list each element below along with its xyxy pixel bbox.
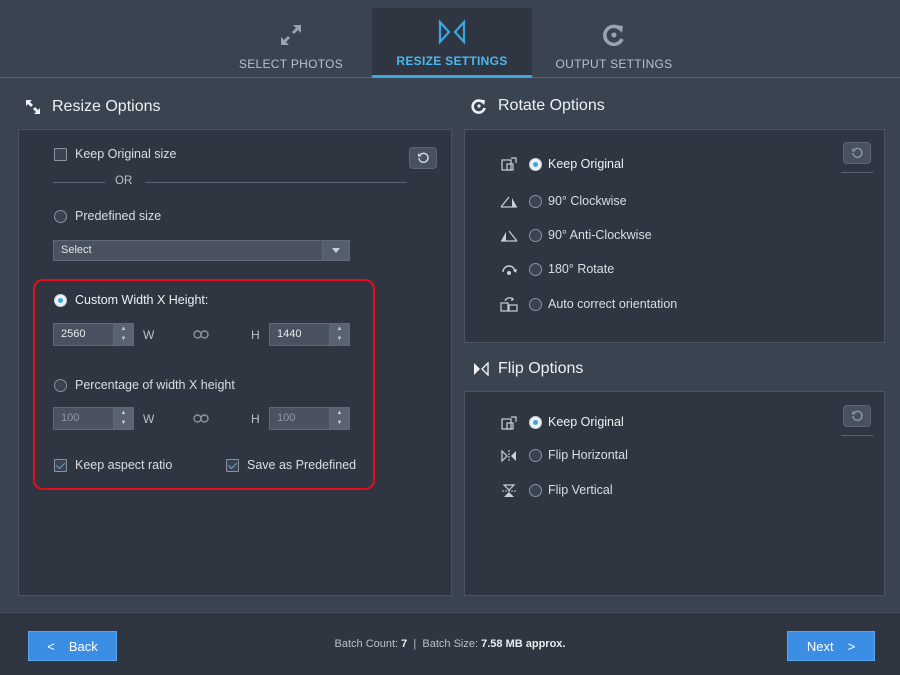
- tab-select-photos[interactable]: SELECT PHOTOS: [211, 8, 371, 78]
- next-button-label: Next: [806, 638, 834, 654]
- reset-icon: [852, 147, 863, 159]
- keep-original-size-checkbox[interactable]: [54, 148, 67, 161]
- reset-underline: [841, 435, 873, 436]
- highlight-box: [33, 279, 375, 490]
- tab-label: SELECT PHOTOS: [238, 57, 344, 71]
- flip-keep-original-radio[interactable]: [529, 416, 542, 429]
- rotate-90-anticlockwise-radio[interactable]: [529, 229, 542, 242]
- flip-option-label: Keep Original: [548, 415, 624, 429]
- rotate-option-label: Keep Original: [548, 157, 624, 171]
- rotate-180-radio[interactable]: [529, 263, 542, 276]
- or-label: OR: [115, 175, 133, 187]
- resize-reset-button[interactable]: [409, 147, 437, 169]
- tab-label: RESIZE SETTINGS: [396, 54, 508, 68]
- predefined-size-label: Predefined size: [75, 209, 162, 223]
- flip-horizontal-icon: [500, 448, 518, 464]
- flip-reset-button[interactable]: [843, 405, 871, 427]
- batch-info: Batch Count: 7 | Batch Size: 7.58 MB app…: [0, 638, 900, 650]
- rotate-anticlockwise-icon: [500, 227, 518, 243]
- batch-count-value: 7: [401, 638, 408, 650]
- next-button[interactable]: Next >: [787, 631, 875, 661]
- flip-vertical-icon: [500, 483, 518, 499]
- flip-vertical-radio[interactable]: [529, 484, 542, 497]
- auto-correct-orientation-radio[interactable]: [529, 298, 542, 311]
- flip-horizontal-radio[interactable]: [529, 449, 542, 462]
- keep-original-flip-icon: [500, 415, 518, 431]
- divider-left: [53, 182, 105, 183]
- predefined-size-radio[interactable]: [54, 210, 67, 223]
- chevron-down-icon: [322, 241, 349, 260]
- tab-resize-settings[interactable]: RESIZE SETTINGS: [372, 8, 532, 78]
- tab-label: OUTPUT SETTINGS: [555, 57, 673, 71]
- reset-icon: [418, 152, 429, 164]
- resize-icon: [24, 98, 42, 116]
- batch-size-label: Batch Size:: [422, 638, 479, 650]
- expand-arrows-icon: [278, 19, 304, 51]
- section-title-text: Resize Options: [52, 98, 161, 115]
- keep-original-size-label: Keep Original size: [75, 147, 177, 161]
- tab-output-settings[interactable]: OUTPUT SETTINGS: [534, 8, 694, 78]
- rotate-option-label: Auto correct orientation: [548, 297, 678, 311]
- batch-separator: |: [413, 638, 417, 650]
- divider-right: [145, 182, 407, 183]
- rotate-option-label: 90° Clockwise: [548, 194, 627, 208]
- rotate-reset-button[interactable]: [843, 142, 871, 164]
- resize-options-title: Resize Options: [24, 98, 161, 116]
- section-title-text: Rotate Options: [498, 97, 605, 114]
- reset-underline: [841, 172, 873, 173]
- flip-icon: [472, 360, 490, 378]
- keep-original-rotate-icon: [500, 156, 518, 172]
- bottom-bar: < Back Batch Count: 7 | Batch Size: 7.58…: [0, 614, 900, 675]
- rotate-icon: [470, 97, 488, 115]
- auto-orientation-icon: [500, 296, 518, 312]
- chevron-right-icon: >: [847, 638, 856, 654]
- flip-options-title: Flip Options: [472, 360, 583, 378]
- resize-settings-icon: [438, 16, 466, 48]
- rotate-options-title: Rotate Options: [470, 97, 605, 115]
- flip-option-label: Flip Vertical: [548, 483, 613, 497]
- rotate-180-icon: [500, 261, 518, 277]
- top-tab-bar: SELECT PHOTOS RESIZE SETTINGS OUTPUT SET…: [0, 0, 900, 78]
- output-settings-icon: [601, 19, 627, 51]
- batch-count-label: Batch Count:: [334, 638, 399, 650]
- predefined-size-select[interactable]: Select: [53, 240, 350, 261]
- select-value: Select: [61, 244, 92, 256]
- rotate-keep-original-radio[interactable]: [529, 158, 542, 171]
- reset-icon: [852, 410, 863, 422]
- rotate-option-label: 180° Rotate: [548, 262, 615, 276]
- flip-option-label: Flip Horizontal: [548, 448, 628, 462]
- rotate-clockwise-icon: [500, 193, 518, 209]
- rotate-options-panel: Keep Original 90° Clockwise 90° Anti-Clo…: [464, 129, 885, 343]
- rotate-90-clockwise-radio[interactable]: [529, 195, 542, 208]
- flip-options-panel: Keep Original Flip Horizontal Flip Verti…: [464, 391, 885, 596]
- batch-size-value: 7.58 MB approx.: [481, 638, 566, 650]
- section-title-text: Flip Options: [498, 360, 584, 377]
- rotate-option-label: 90° Anti-Clockwise: [548, 228, 652, 242]
